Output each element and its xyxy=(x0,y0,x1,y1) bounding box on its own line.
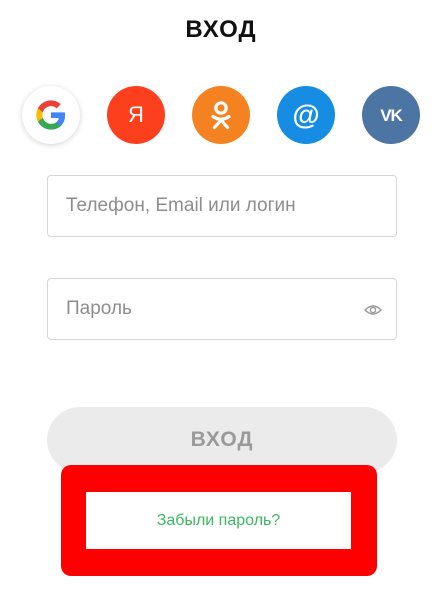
password-field[interactable] xyxy=(47,278,397,340)
login-input[interactable] xyxy=(48,176,396,236)
google-icon xyxy=(36,100,66,130)
vk-login-button[interactable]: VK xyxy=(362,86,420,144)
mailru-login-button[interactable]: @ xyxy=(277,86,335,144)
login-field[interactable] xyxy=(47,175,397,237)
forgot-password-box: Забыли пароль? xyxy=(86,492,351,549)
eye-icon[interactable] xyxy=(364,302,382,318)
yandex-icon: Я xyxy=(128,102,144,127)
odnoklassniki-login-button[interactable] xyxy=(192,86,250,144)
yandex-login-button[interactable]: Я xyxy=(107,86,165,144)
page-title: ВХОД xyxy=(185,16,257,43)
at-icon: @ xyxy=(292,99,320,130)
login-submit-button[interactable]: ВХОД xyxy=(47,407,397,473)
odnoklassniki-icon xyxy=(211,101,231,130)
google-login-button[interactable] xyxy=(22,86,80,144)
password-input[interactable] xyxy=(48,279,396,339)
forgot-password-link[interactable]: Забыли пароль? xyxy=(157,512,281,530)
vk-icon: VK xyxy=(380,105,403,125)
